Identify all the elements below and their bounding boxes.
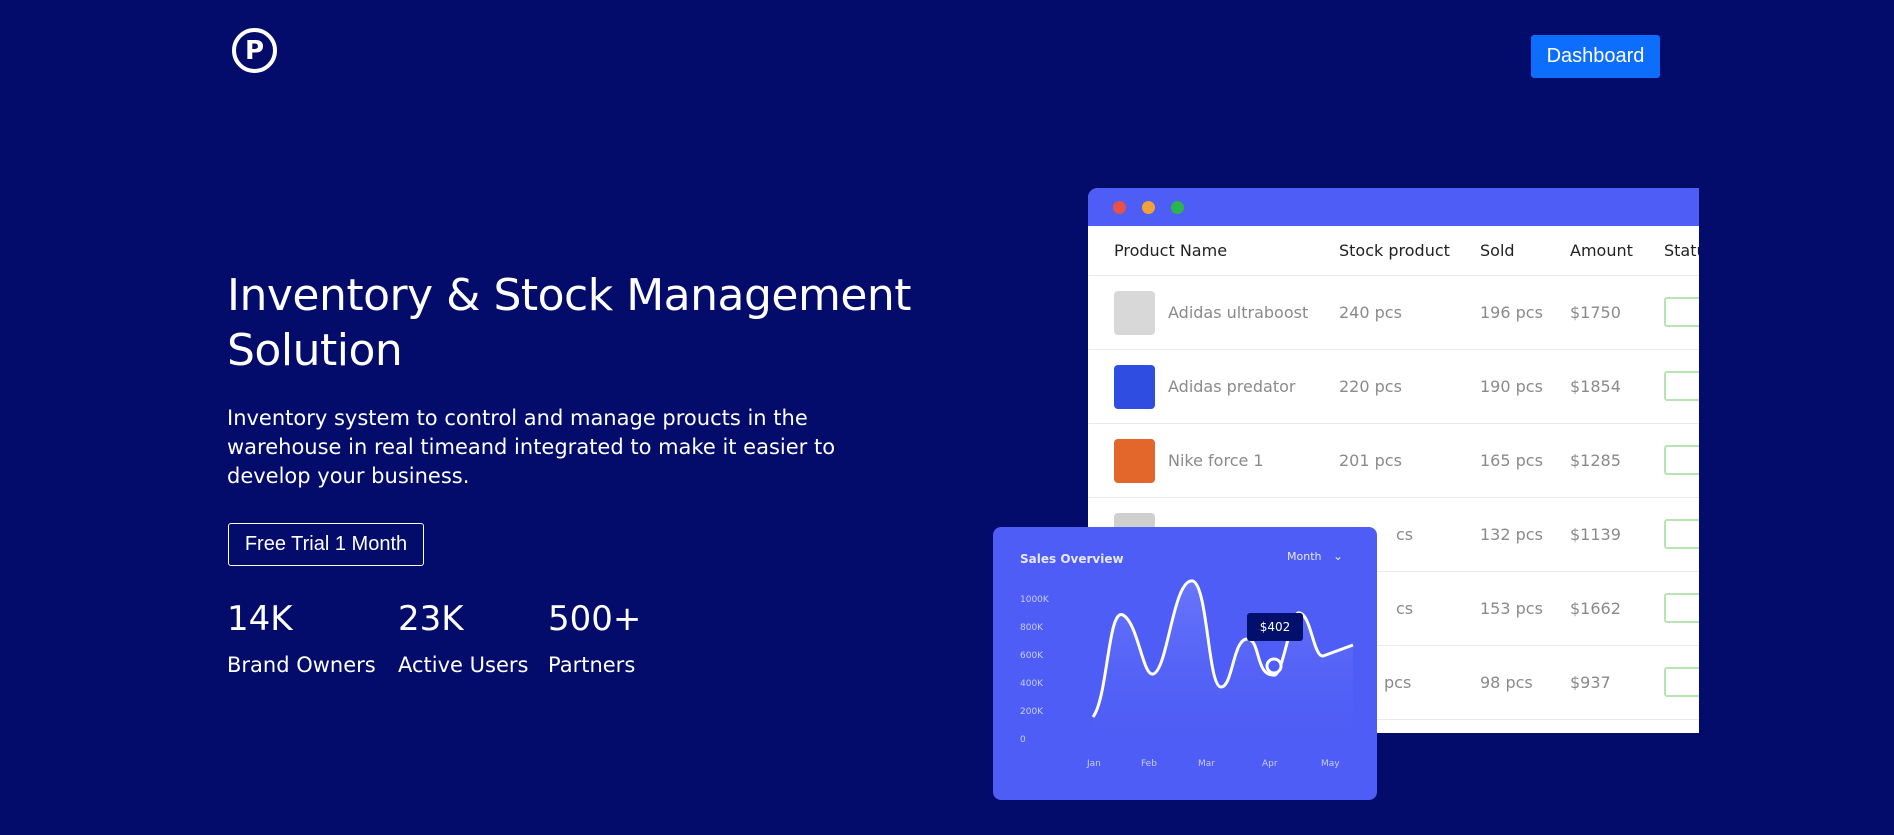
sales-area-fill bbox=[1093, 580, 1353, 757]
column-product-name: Product Name bbox=[1114, 241, 1228, 260]
y-tick: 0 bbox=[1020, 735, 1026, 745]
stat-brand-owners: 14K Brand Owners bbox=[227, 597, 376, 679]
logo-letter: P bbox=[244, 35, 265, 66]
y-tick: 800K bbox=[1020, 623, 1044, 633]
sold-value: 132 pcs bbox=[1480, 525, 1543, 544]
x-tick: Feb bbox=[1141, 759, 1157, 769]
tooltip-marker bbox=[1265, 657, 1283, 675]
amount-value: $1139 bbox=[1570, 525, 1621, 544]
sales-overview-card: Sales Overview Month ⌄ 1000K 800K 600K 4… bbox=[993, 527, 1377, 800]
product-name: Nike force 1 bbox=[1168, 451, 1264, 470]
sales-line-chart: 1000K 800K 600K 400K 200K 0 Jan Feb Mar … bbox=[1020, 579, 1354, 769]
amount-value: $937 bbox=[1570, 673, 1611, 692]
stat-value: 14K bbox=[227, 599, 293, 639]
y-tick: 600K bbox=[1020, 651, 1044, 661]
product-thumbnail bbox=[1114, 365, 1155, 409]
window-close-dot bbox=[1113, 201, 1126, 214]
product-thumbnail bbox=[1114, 439, 1155, 483]
stat-label: Partners bbox=[548, 653, 636, 677]
product-name: Adidas predator bbox=[1168, 377, 1296, 396]
stock-value: pcs bbox=[1384, 673, 1412, 692]
amount-value: $1662 bbox=[1570, 599, 1621, 618]
logo[interactable]: P bbox=[232, 28, 277, 73]
sales-tooltip: $402 bbox=[1247, 613, 1303, 641]
amount-value: $1750 bbox=[1570, 303, 1621, 322]
column-sold: Sold bbox=[1480, 241, 1515, 260]
stat-value: 500+ bbox=[548, 599, 642, 639]
status-badge bbox=[1664, 297, 1699, 327]
table-row: Adidas predator 220 pcs 190 pcs $1854 bbox=[1088, 350, 1699, 424]
stat-value: 23K bbox=[398, 599, 464, 639]
status-badge bbox=[1664, 445, 1699, 475]
column-stock-product: Stock product bbox=[1339, 241, 1450, 260]
y-tick: 400K bbox=[1020, 679, 1044, 689]
x-tick: Apr bbox=[1262, 759, 1278, 769]
status-badge bbox=[1664, 371, 1699, 401]
sold-value: 196 pcs bbox=[1480, 303, 1543, 322]
stock-value: cs bbox=[1396, 599, 1414, 618]
column-amount: Amount bbox=[1570, 241, 1633, 260]
table-row: Nike force 1 201 pcs 165 pcs $1285 bbox=[1088, 424, 1699, 498]
sold-value: 153 pcs bbox=[1480, 599, 1543, 618]
stock-value: 201 pcs bbox=[1339, 451, 1402, 470]
sold-value: 190 pcs bbox=[1480, 377, 1543, 396]
product-thumbnail bbox=[1114, 291, 1155, 335]
product-name: Adidas ultraboost bbox=[1168, 303, 1309, 322]
window-titlebar bbox=[1088, 188, 1699, 226]
free-trial-button[interactable]: Free Trial 1 Month bbox=[228, 523, 424, 566]
window-maximize-dot bbox=[1171, 201, 1184, 214]
status-badge bbox=[1664, 593, 1699, 623]
x-tick: Mar bbox=[1198, 759, 1215, 769]
sold-value: 165 pcs bbox=[1480, 451, 1543, 470]
hero-subtitle: Inventory system to control and manage p… bbox=[227, 406, 836, 488]
stock-value: cs bbox=[1396, 525, 1414, 544]
status-badge bbox=[1664, 667, 1699, 697]
stat-active-users: 23K Active Users bbox=[398, 597, 528, 679]
stat-label: Active Users bbox=[398, 653, 529, 677]
table-header: Product Name Stock product Sold Amount S… bbox=[1088, 226, 1699, 276]
hero-title: Inventory & Stock Management Solution bbox=[227, 270, 912, 376]
x-tick: Jan bbox=[1086, 759, 1101, 769]
y-tick: 200K bbox=[1020, 707, 1044, 717]
y-tick: 1000K bbox=[1020, 595, 1050, 605]
dashboard-button[interactable]: Dashboard bbox=[1531, 35, 1660, 78]
amount-value: $1854 bbox=[1570, 377, 1621, 396]
x-tick: May bbox=[1321, 759, 1340, 769]
window-minimize-dot bbox=[1142, 201, 1155, 214]
column-status: Statu bbox=[1664, 241, 1699, 260]
sold-value: 98 pcs bbox=[1480, 673, 1533, 692]
y-axis-ticks: 1000K 800K 600K 400K 200K 0 bbox=[1020, 595, 1050, 745]
stock-value: 220 pcs bbox=[1339, 377, 1402, 396]
stat-partners: 500+ Partners bbox=[548, 597, 641, 679]
x-axis-ticks: Jan Feb Mar Apr May bbox=[1086, 759, 1340, 769]
amount-value: $1285 bbox=[1570, 451, 1621, 470]
status-badge bbox=[1664, 519, 1699, 549]
stat-label: Brand Owners bbox=[227, 653, 376, 677]
stock-value: 240 pcs bbox=[1339, 303, 1402, 322]
table-row: Adidas ultraboost 240 pcs 196 pcs $1750 bbox=[1088, 276, 1699, 350]
